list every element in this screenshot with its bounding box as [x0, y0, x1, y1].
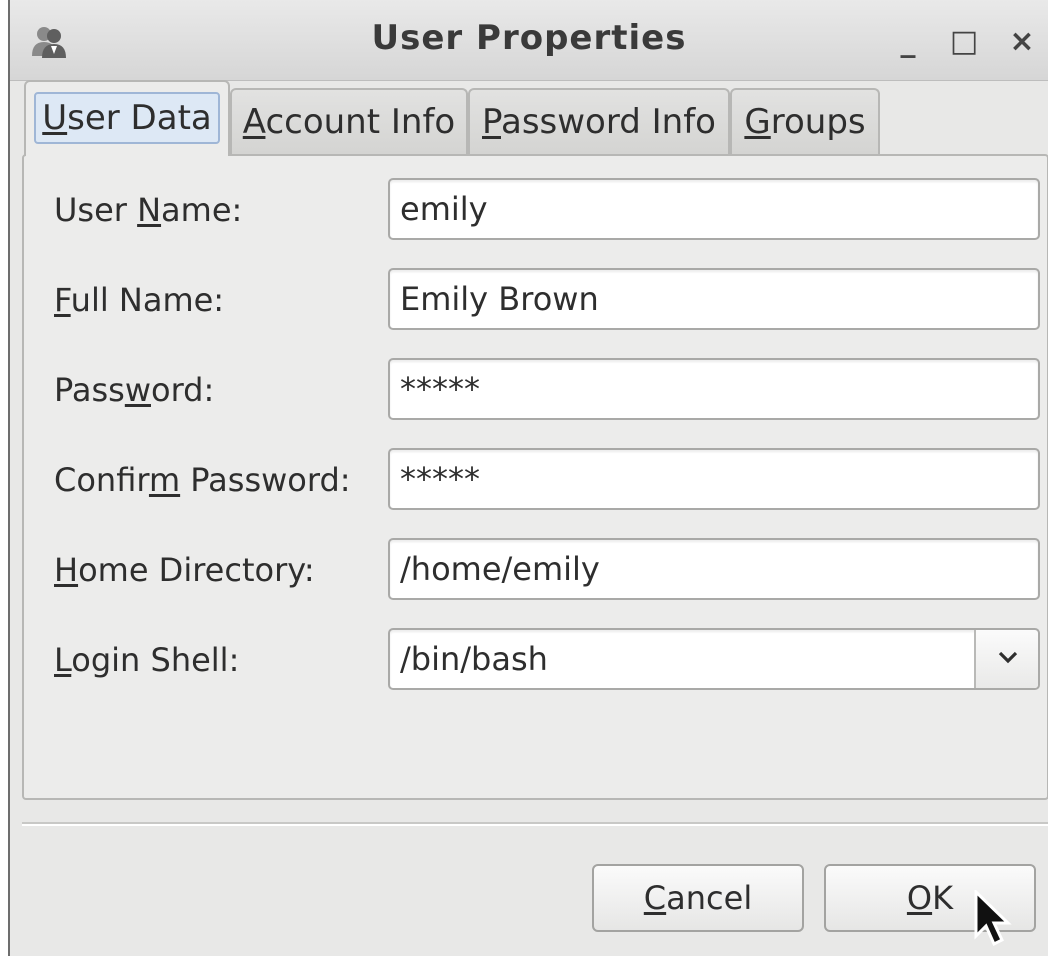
mouse-pointer-icon	[974, 890, 1012, 947]
tab-account-info[interactable]: Account Info	[230, 88, 468, 154]
label-mnemonic: H	[54, 551, 79, 589]
label-mnemonic: L	[54, 641, 72, 679]
login-shell-value: /bin/bash	[400, 640, 548, 678]
close-button[interactable]: ×	[1004, 22, 1040, 62]
button-label-mnemonic: C	[643, 879, 667, 917]
login-shell-label: Login Shell:	[54, 638, 239, 682]
tab-label-post: ccount Info	[265, 102, 456, 142]
label-pre: Pass	[54, 371, 125, 409]
tab-label-post: assword Info	[500, 102, 716, 142]
tab-label-mnemonic: P	[482, 102, 501, 142]
user-data-panel: User Name: emily Full Name: Emily Brown …	[22, 154, 1048, 800]
user-properties-dialog: User Properties _ □ × User Data Account …	[8, 0, 1048, 956]
password-label: Password:	[54, 368, 214, 412]
label-pre: Confir	[54, 461, 149, 499]
confirm-password-field[interactable]: *****	[388, 448, 1040, 510]
label-post: ome Directory:	[78, 551, 315, 589]
label-post: ame:	[161, 191, 243, 229]
full-name-label: Full Name:	[54, 278, 224, 322]
cancel-button[interactable]: Cancel	[592, 864, 804, 932]
login-shell-dropdown-button[interactable]	[974, 630, 1038, 688]
button-label-mnemonic: O	[906, 879, 933, 917]
label-post: ord:	[150, 371, 215, 409]
full-name-field[interactable]: Emily Brown	[388, 268, 1040, 330]
confirm-password-label: Confirm Password:	[54, 458, 351, 502]
tab-password-info[interactable]: Password Info	[468, 88, 730, 154]
label-pre: User	[54, 191, 138, 229]
title-bar[interactable]: User Properties _ □ ×	[10, 0, 1048, 81]
maximize-button[interactable]: □	[946, 22, 982, 62]
button-separator	[22, 822, 1048, 826]
tab-label-mnemonic: U	[42, 98, 68, 138]
button-label-post: ancel	[666, 879, 753, 917]
user-name-label: User Name:	[54, 188, 242, 232]
home-directory-label: Home Directory:	[54, 548, 315, 592]
label-post: ull Name:	[70, 281, 225, 319]
tab-label-post: roups	[770, 102, 866, 142]
tab-user-data[interactable]: User Data	[24, 80, 230, 156]
button-label-post: K	[932, 879, 954, 917]
minimize-button[interactable]: _	[890, 22, 926, 62]
tab-label-post: ser Data	[67, 98, 212, 138]
tab-focus-ring: User Data	[34, 92, 220, 144]
tab-label-mnemonic: G	[744, 102, 771, 142]
label-mnemonic: F	[54, 281, 71, 319]
chevron-down-icon	[998, 651, 1018, 664]
tab-label-mnemonic: A	[242, 102, 266, 142]
label-mnemonic: w	[124, 371, 151, 409]
label-post: ogin Shell:	[71, 641, 240, 679]
user-name-field[interactable]: emily	[388, 178, 1040, 240]
tab-groups[interactable]: Groups	[730, 88, 880, 154]
password-field[interactable]: *****	[388, 358, 1040, 420]
home-directory-field[interactable]: /home/emily	[388, 538, 1040, 600]
label-post: Password:	[180, 461, 351, 499]
label-mnemonic: m	[148, 461, 181, 499]
label-mnemonic: N	[137, 191, 162, 229]
login-shell-combo[interactable]: /bin/bash	[388, 628, 1040, 690]
